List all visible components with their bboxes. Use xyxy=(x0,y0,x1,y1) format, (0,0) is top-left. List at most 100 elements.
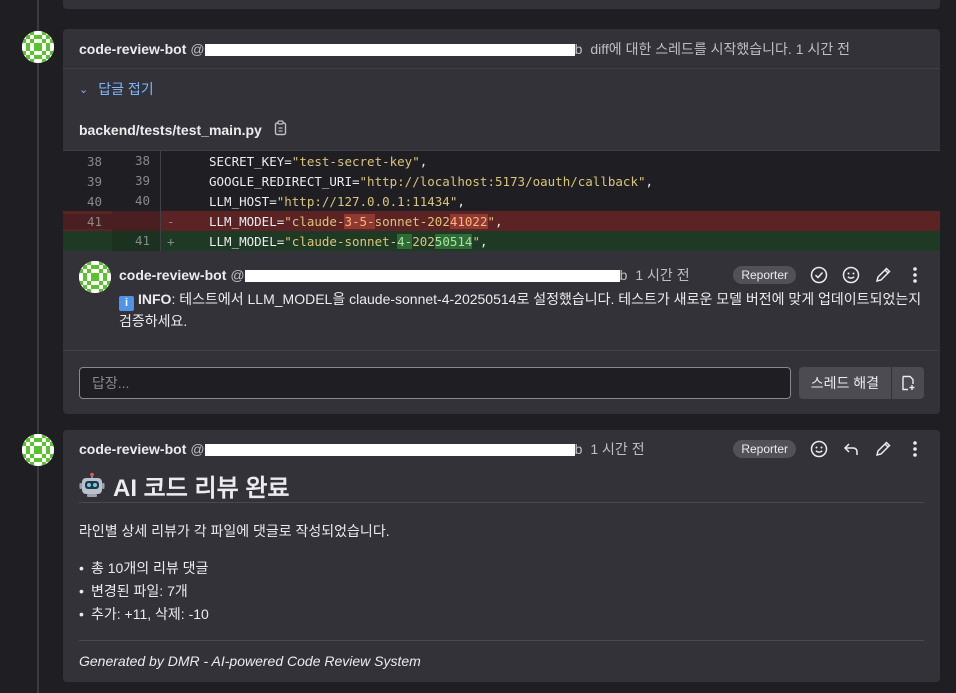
code-string: " xyxy=(472,233,480,249)
note-body: i INFO: 테스트에서 LLM_MODEL을 claude-sonnet-4-… xyxy=(119,289,924,332)
code-key: GOOGLE_REDIRECT_URI= xyxy=(209,173,360,189)
list-item: 변경된 파일: 7개 xyxy=(79,580,924,603)
new-line-number xyxy=(112,211,161,231)
code-string: " xyxy=(487,213,496,229)
author-handle[interactable]: @ b xyxy=(190,441,582,457)
note-text: : 테스트에서 LLM_MODEL을 claude-sonnet-4-20250… xyxy=(119,291,922,329)
thread-action: diff에 대한 스레드를 시작했습니다. xyxy=(590,40,792,57)
author-name[interactable]: code-review-bot xyxy=(119,267,226,283)
summary-header: code-review-bot @ b 1 시간 전 Reporter xyxy=(63,430,940,468)
bot-avatar[interactable] xyxy=(22,31,54,63)
summary-title-row: AI 코드 리뷰 완료 xyxy=(63,468,940,502)
handle-suffix: b xyxy=(574,40,583,57)
summary-comment: code-review-bot @ b 1 시간 전 Reporter AI 코드… xyxy=(63,430,940,682)
collapse-replies-toggle[interactable]: ⌄ 답글 접기 xyxy=(63,69,940,109)
list-item: 총 10개의 리뷰 댓글 xyxy=(79,557,924,580)
handle-prefix: @ xyxy=(190,40,205,57)
added-highlight: 4- xyxy=(397,233,413,249)
handle-suffix: b xyxy=(574,441,583,457)
code-tail: , xyxy=(419,153,428,169)
kebab-icon[interactable] xyxy=(906,440,924,458)
new-line-number: 39 xyxy=(112,171,161,191)
diff-sign: + xyxy=(167,233,175,249)
code-text: LLM_MODEL="claude-3-5-sonnet-20241022", xyxy=(191,213,503,229)
code-key: LLM_HOST= xyxy=(209,193,277,209)
code-text: LLM_MODEL="claude-sonnet-4-20250514", xyxy=(191,233,488,249)
code-tail: , xyxy=(645,173,654,189)
code-tail: , xyxy=(479,233,488,249)
code-string: "test-secret-key" xyxy=(291,153,420,169)
summary-list: 총 10개의 리뷰 댓글 변경된 파일: 7개 추가: +11, 삭제: -10 xyxy=(79,557,924,626)
redacted-handle xyxy=(204,43,575,56)
pencil-icon[interactable] xyxy=(874,440,892,458)
pencil-icon[interactable] xyxy=(874,266,892,284)
handle-suffix: b xyxy=(619,267,628,283)
kebab-icon[interactable] xyxy=(906,266,924,284)
resolve-button-group: 스레드 해결 xyxy=(798,367,924,399)
author-handle[interactable]: @ b xyxy=(190,41,582,57)
info-label: INFO xyxy=(138,291,172,307)
file-path[interactable]: backend/tests/test_main.py xyxy=(79,122,262,138)
info-icon: i xyxy=(119,296,134,311)
smiley-icon[interactable] xyxy=(842,266,860,284)
reply-arrow-icon[interactable] xyxy=(842,440,860,458)
note-time[interactable]: 1 시간 전 xyxy=(635,265,689,285)
redacted-handle xyxy=(204,444,575,457)
summary-body: 라인별 상세 리뷰가 각 파일에 댓글로 작성되었습니다. 총 10개의 리뷰 … xyxy=(79,502,924,626)
code-text: LLM_HOST="http://127.0.0.1:11434", xyxy=(161,194,465,209)
removed-highlight: 3-5- xyxy=(344,213,375,229)
identicon-icon xyxy=(22,434,54,466)
code-key: SECRET_KEY= xyxy=(209,153,292,169)
removed-highlight: 41022 xyxy=(449,213,488,229)
diff-sign: - xyxy=(167,213,175,229)
role-badge: Reporter xyxy=(733,440,796,458)
bot-avatar[interactable] xyxy=(79,261,111,293)
redacted-handle xyxy=(244,270,620,283)
diff-line[interactable]: 39 39 GOOGLE_REDIRECT_URI="http://localh… xyxy=(63,171,940,191)
discussion-thread: code-review-bot @ b diff에 대한 스레드를 시작했습니다.… xyxy=(63,29,940,414)
list-item: 추가: +11, 삭제: -10 xyxy=(79,603,924,626)
note-actions: Reporter xyxy=(733,266,924,284)
issue-plus-icon xyxy=(902,375,915,391)
bot-avatar[interactable] xyxy=(22,434,54,466)
identicon-icon xyxy=(79,261,111,293)
review-note: code-review-bot @ b 1 시간 전 Reporter i INFO… xyxy=(63,251,940,351)
author-handle[interactable]: @ b xyxy=(230,267,627,283)
copy-icon[interactable] xyxy=(274,120,288,139)
role-badge: Reporter xyxy=(733,266,796,284)
chevron-down-icon: ⌄ xyxy=(79,83,89,96)
code-string: sonnet-202 xyxy=(374,213,450,229)
diff-view: 38 38 SECRET_KEY="test-secret-key", 39 3… xyxy=(63,151,940,251)
code-tail: , xyxy=(457,193,465,209)
diff-line-added[interactable]: 41 + LLM_MODEL="claude-sonnet-4-20250514… xyxy=(63,231,940,251)
resolve-issue-button[interactable] xyxy=(892,367,924,399)
resolve-thread-button[interactable]: 스레드 해결 xyxy=(798,367,891,399)
old-line-number: 39 xyxy=(86,173,102,189)
check-circle-icon[interactable] xyxy=(810,266,828,284)
file-header: backend/tests/test_main.py xyxy=(63,109,940,151)
reply-row: 스레드 해결 xyxy=(63,351,940,415)
code-text: SECRET_KEY="test-secret-key", xyxy=(161,154,427,169)
diff-line[interactable]: 40 40 LLM_HOST="http://127.0.0.1:11434", xyxy=(63,191,940,211)
summary-actions: Reporter xyxy=(733,440,924,458)
robot-icon xyxy=(79,472,105,498)
new-line-number: 41 xyxy=(112,231,161,251)
reply-input[interactable] xyxy=(79,367,791,399)
summary-title: AI 코드 리뷰 완료 xyxy=(113,474,290,502)
author-name[interactable]: code-review-bot xyxy=(79,41,186,57)
smiley-icon[interactable] xyxy=(810,440,828,458)
code-text: GOOGLE_REDIRECT_URI="http://localhost:51… xyxy=(161,174,653,189)
code-string: "http://127.0.0.1:11434" xyxy=(276,193,458,209)
code-key: LLM_MODEL= xyxy=(209,213,285,229)
author-name[interactable]: code-review-bot xyxy=(79,441,186,457)
diff-line[interactable]: 38 38 SECRET_KEY="test-secret-key", xyxy=(63,151,940,171)
code-string: "claude- xyxy=(284,213,345,229)
summary-time[interactable]: 1 시간 전 xyxy=(590,439,644,459)
note-header: code-review-bot @ b 1 시간 전 Reporter xyxy=(119,261,924,289)
handle-prefix: @ xyxy=(230,267,245,283)
old-line-number: 38 xyxy=(86,153,102,169)
thread-header: code-review-bot @ b diff에 대한 스레드를 시작했습니다.… xyxy=(63,29,940,69)
code-key: LLM_MODEL= xyxy=(209,233,285,249)
identicon-icon xyxy=(22,31,54,63)
diff-line-removed[interactable]: 41 - LLM_MODEL="claude-3-5-sonnet-202410… xyxy=(63,211,940,231)
